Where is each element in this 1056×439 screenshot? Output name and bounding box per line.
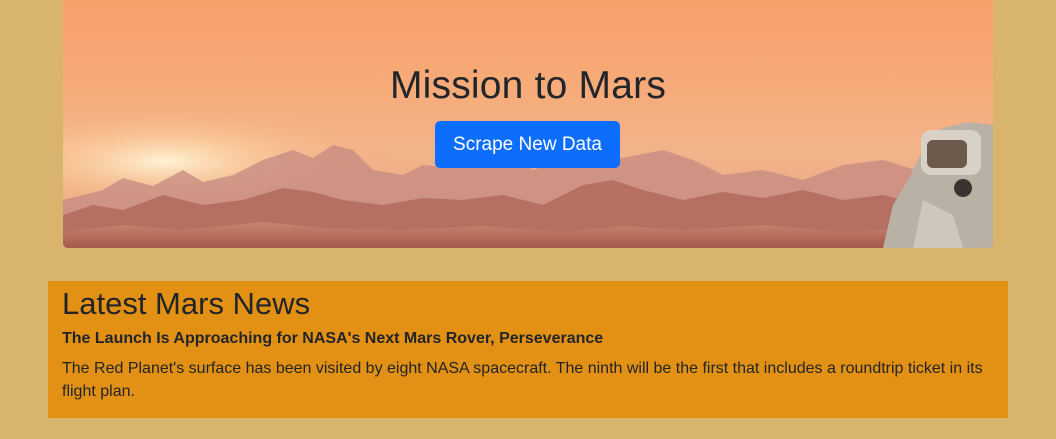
news-article-teaser: The Red Planet's surface has been visite…	[62, 360, 983, 400]
scrape-new-data-button[interactable]: Scrape New Data	[435, 121, 620, 168]
hero-banner: Mission to Mars Scrape New Data	[63, 0, 993, 248]
news-section-heading: Latest Mars News	[62, 286, 311, 321]
latest-news-section: Latest Mars News The Launch Is Approachi…	[48, 281, 1008, 418]
page-title: Mission to Mars	[389, 64, 667, 107]
news-article-title: The Launch Is Approaching for NASA's Nex…	[62, 330, 604, 347]
